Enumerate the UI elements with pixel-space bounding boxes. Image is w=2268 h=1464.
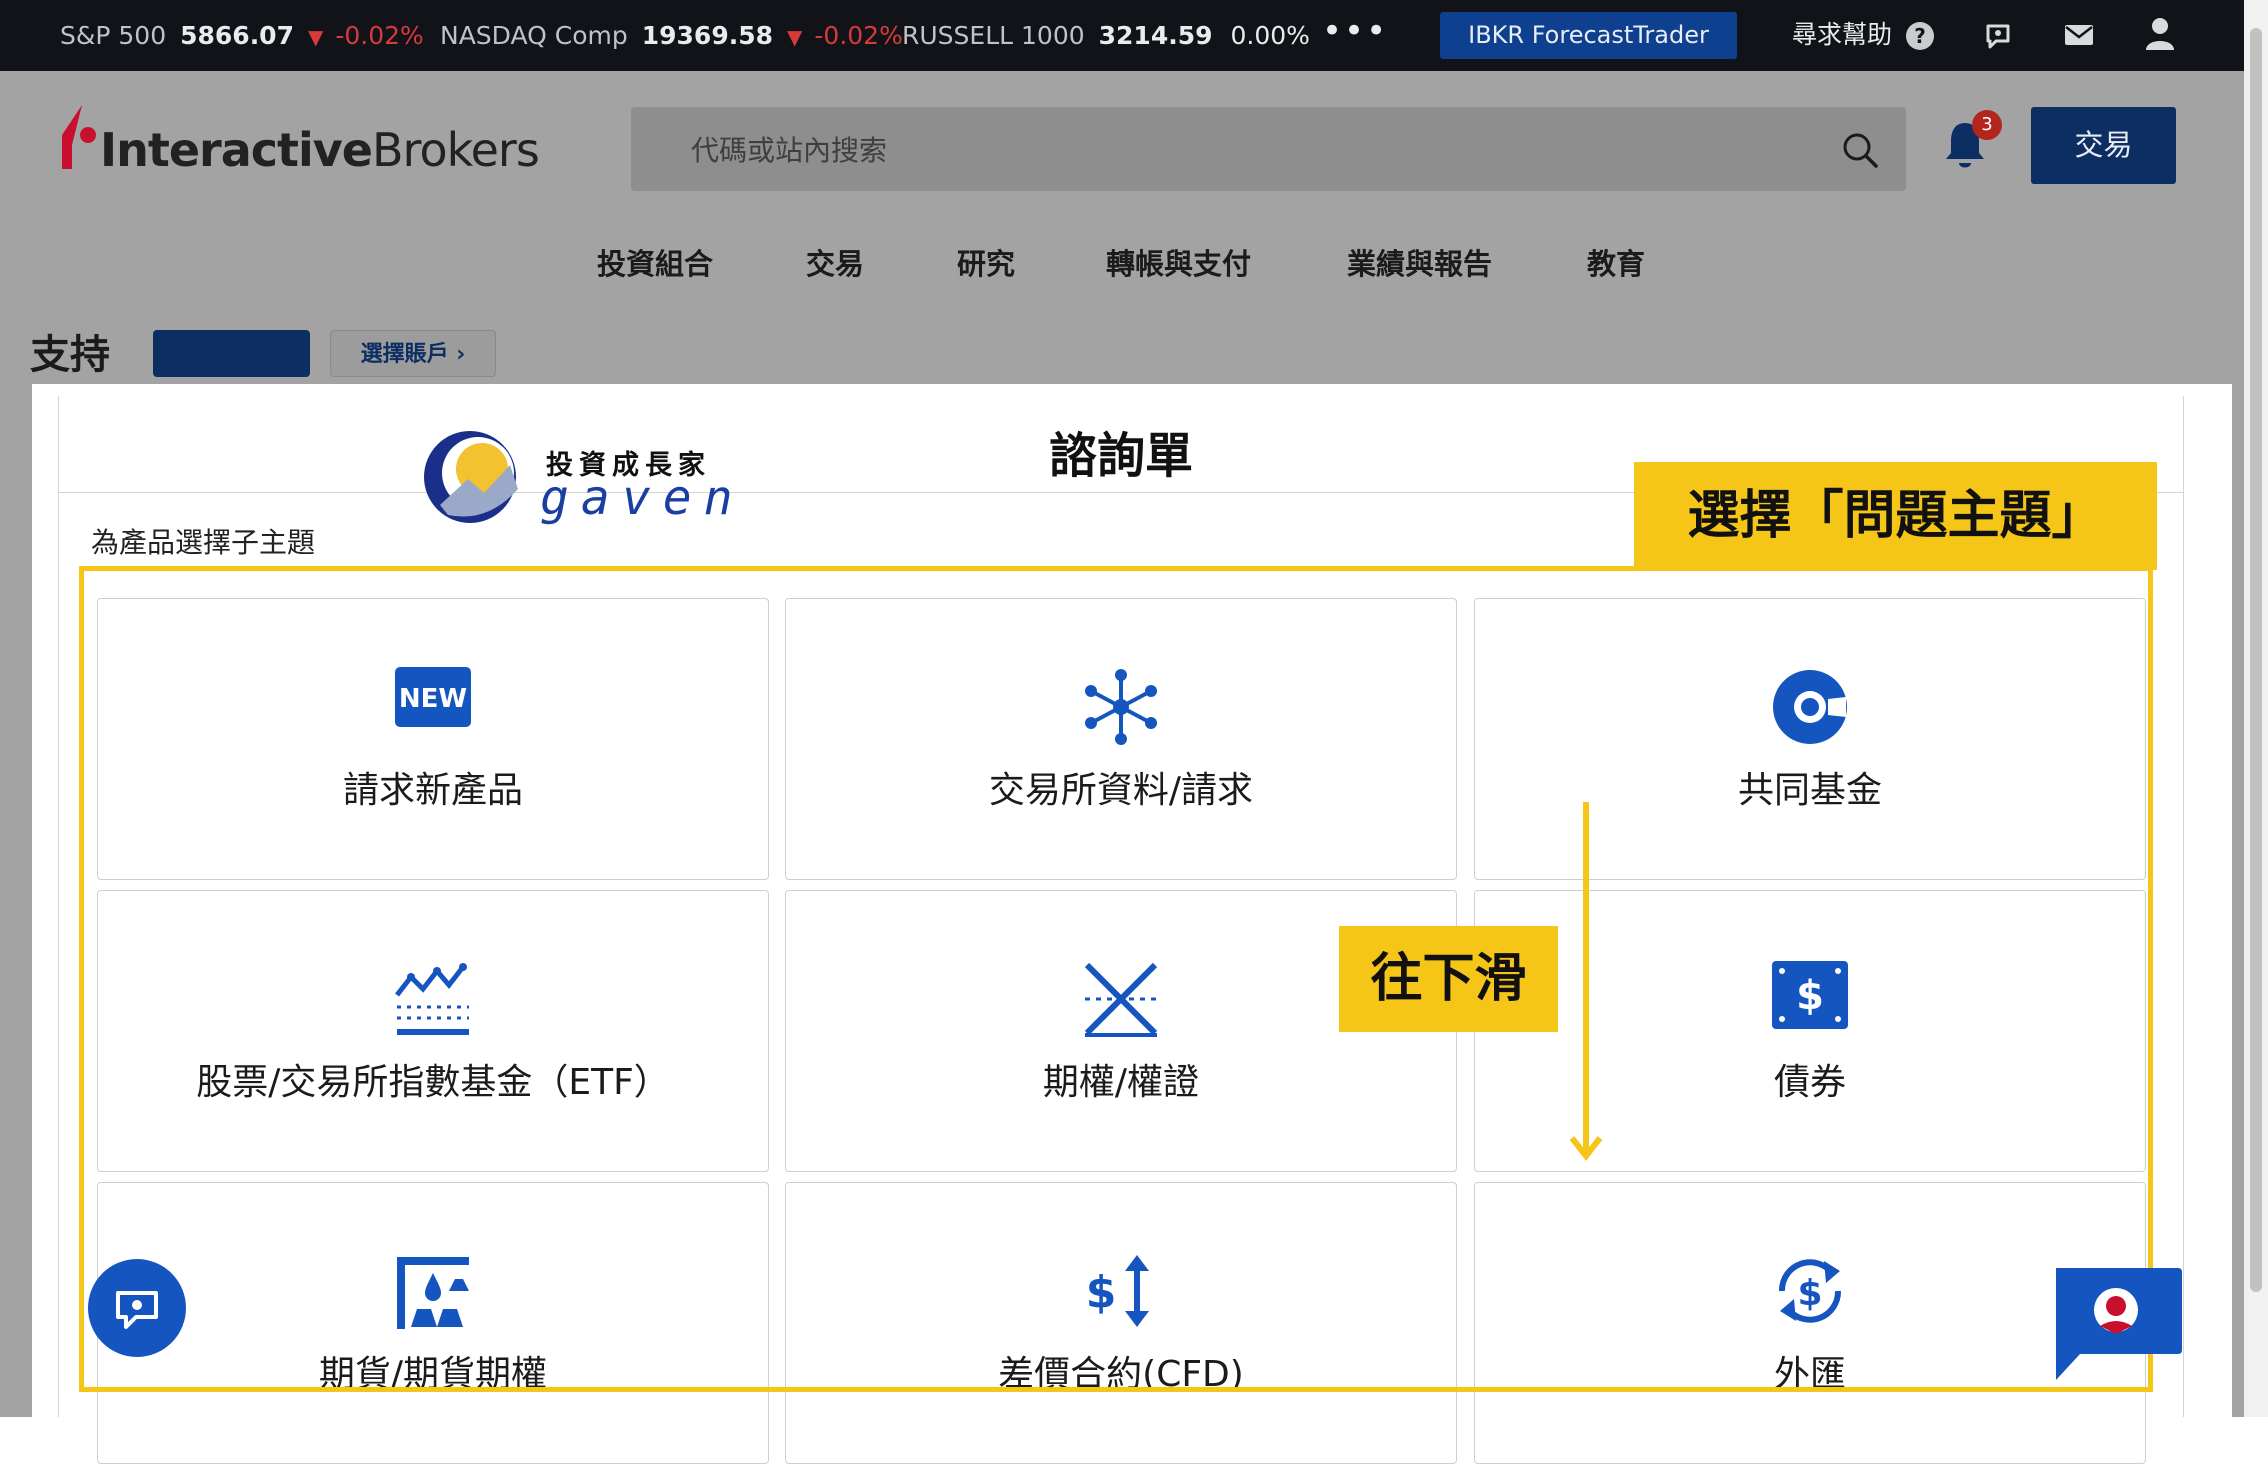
logo-interactive: Interactive [100, 123, 373, 177]
chat-support-icon[interactable] [1982, 20, 2014, 52]
ticker-value: 5866.07 [180, 21, 294, 50]
watermark-english: GAVEN [540, 470, 745, 526]
nav-research[interactable]: 研究 [957, 241, 1015, 283]
question-mark-icon: ? [1906, 22, 1935, 50]
scrollbar-thumb[interactable] [2250, 28, 2262, 1292]
down-triangle-icon: ▼ [307, 25, 324, 49]
scroll-down-arrow-icon [1569, 802, 1603, 1161]
more-tickers-button[interactable]: ••• [1322, 0, 1388, 71]
ticker-russell[interactable]: RUSSELL 1000 3214.59 0.00% [902, 0, 1310, 71]
account-id-box[interactable] [153, 330, 310, 377]
logo-brokers: Brokers [372, 123, 540, 177]
main-nav: 投資組合 交易 研究 轉帳與支付 業績與報告 教育 [0, 241, 2244, 281]
user-account-icon[interactable] [2144, 16, 2176, 52]
forecast-trader-button[interactable]: IBKR ForecastTrader [1440, 12, 1737, 59]
subtopic-label: 為產品選擇子主題 [91, 526, 316, 559]
trade-button[interactable]: 交易 [2031, 107, 2176, 184]
ticker-name: S&P 500 [60, 21, 167, 50]
nav-education[interactable]: 教育 [1587, 241, 1645, 283]
ticker-sp500[interactable]: S&P 500 5866.07 ▼ -0.02% [60, 0, 424, 71]
notification-count-badge: 3 [1972, 110, 2002, 140]
search-icon[interactable] [1841, 131, 1879, 169]
ticker-value: 3214.59 [1098, 21, 1213, 50]
ticker-change: -0.02% [335, 21, 424, 50]
nav-trade[interactable]: 交易 [806, 241, 864, 283]
help-label: 尋求幫助 [1792, 20, 1893, 49]
ticker-nasdaq[interactable]: NASDAQ Comp 19369.58 ▼ -0.02% [440, 0, 903, 71]
ticker-name: NASDAQ Comp [440, 21, 628, 50]
mail-icon[interactable] [2064, 22, 2094, 48]
site-search [631, 107, 1906, 193]
down-triangle-icon: ▼ [787, 25, 803, 49]
live-chat-button[interactable] [2050, 1264, 2184, 1382]
ticker-change: 0.00% [1230, 21, 1310, 50]
select-topic-callout: 選擇「問題主題」 [1634, 462, 2157, 570]
nav-portfolio[interactable]: 投資組合 [597, 241, 713, 283]
ticker-change: -0.02% [814, 21, 903, 50]
ticker-value: 19369.58 [641, 21, 774, 50]
select-account-button[interactable]: 選擇賬戶 › [330, 330, 496, 377]
search-input[interactable] [689, 107, 1793, 193]
market-ticker-bar: S&P 500 5866.07 ▼ -0.02% NASDAQ Comp 19369.5… [0, 0, 2244, 71]
ticker-name: RUSSELL 1000 [902, 21, 1085, 50]
chat-bot-button[interactable] [88, 1259, 186, 1357]
ib-logo-icon[interactable] [58, 105, 98, 169]
logo-wordmark[interactable]: InteractiveBrokers [100, 123, 540, 177]
highlight-frame [79, 566, 2153, 1392]
nav-performance-reports[interactable]: 業績與報告 [1347, 241, 1492, 283]
help-link[interactable]: 尋求幫助? [1792, 0, 1935, 71]
scroll-down-callout: 往下滑 [1339, 926, 1558, 1032]
page-scrollbar[interactable] [2244, 0, 2268, 1417]
select-account-label: 選擇賬戶 [360, 342, 449, 367]
chevron-right-icon: › [456, 342, 466, 367]
nav-transfer-pay[interactable]: 轉帳與支付 [1106, 241, 1251, 283]
page-title: 支持 [30, 332, 110, 378]
site-header: InteractiveBrokers 3 交易 投資組合 交易 研究 轉帳與支付… [0, 71, 2244, 305]
